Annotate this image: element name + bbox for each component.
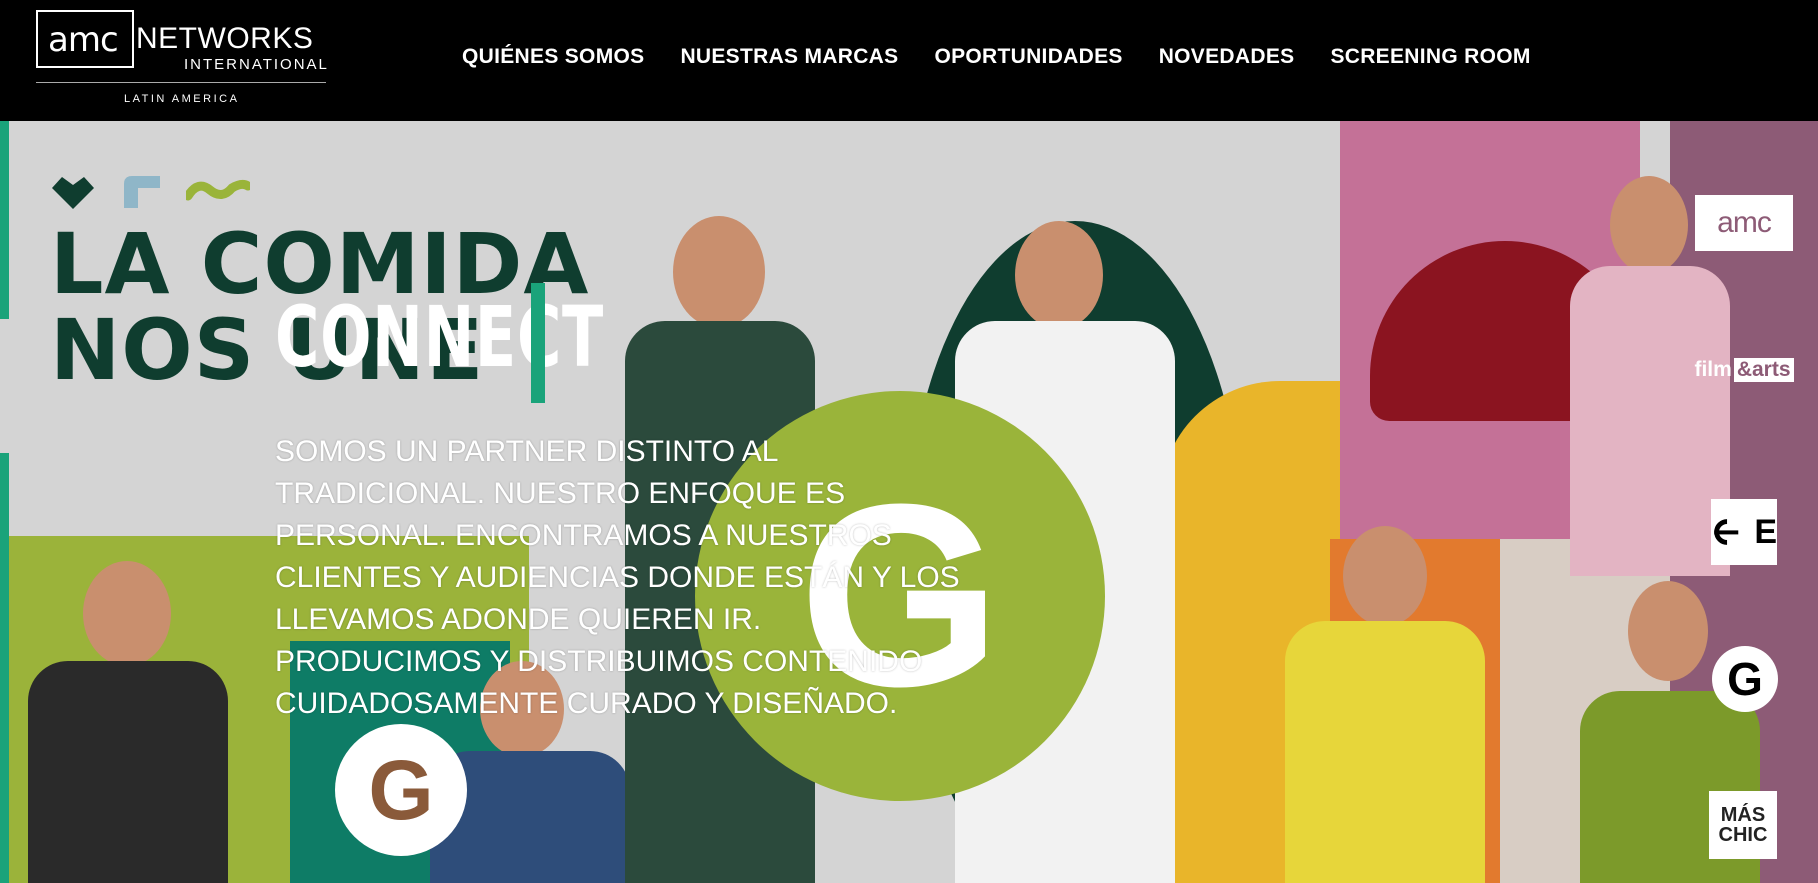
brand-film-text: film xyxy=(1694,358,1732,381)
intro-line: CUIDADOSAMENTE CURADO Y DISEÑADO. xyxy=(275,687,898,720)
brand-amc-text: amc xyxy=(1717,206,1772,239)
hero-banner: G LA COMIDA NOS UNE CONNECT SOMOS UN PAR… xyxy=(0,121,1818,883)
logo-region-text: LATIN AMERICA xyxy=(124,93,240,105)
amc-networks-logo[interactable]: amc NETWORKS INTERNATIONAL LATIN AMERICA xyxy=(36,10,329,110)
intro-line: SOMOS UN PARTNER DISTINTO AL xyxy=(275,435,779,468)
left-accent-bar-top xyxy=(0,121,9,319)
top-navigation-bar: amc NETWORKS INTERNATIONAL LATIN AMERICA… xyxy=(0,0,1818,121)
decorative-shapes xyxy=(48,171,250,211)
brand-arts-text: &arts xyxy=(1733,358,1794,382)
gourmet-badge-letter: G xyxy=(368,743,434,837)
brand-el-gourmet-text: E xyxy=(1754,512,1777,551)
brand-el-gourmet-link[interactable]: E xyxy=(1711,499,1777,565)
brand-film-arts-link[interactable]: film &arts xyxy=(1688,357,1802,383)
intro-line: PERSONAL. ENCONTRAMOS A NUESTROS xyxy=(275,519,892,552)
wave-shape-icon xyxy=(186,179,250,201)
brand-mas-text: MÁS xyxy=(1720,804,1766,826)
brand-gourmet-link[interactable]: G xyxy=(1712,646,1778,712)
nav-novedades[interactable]: NOVEDADES xyxy=(1159,44,1295,70)
heart-shape-icon xyxy=(52,177,94,209)
chef-yellow-shirt-image xyxy=(1285,526,1485,883)
nav-quienes-somos[interactable]: QUIÉNES SOMOS xyxy=(462,44,644,70)
nav-screening-room[interactable]: SCREENING ROOM xyxy=(1330,44,1530,70)
logo-amc-text: amc xyxy=(48,20,119,60)
chef-left-image xyxy=(8,541,248,883)
logo-networks-text: NETWORKS xyxy=(136,22,314,55)
intro-line: CLIENTES Y AUDIENCIAS DONDE ESTÁN Y LOS xyxy=(275,561,960,594)
brand-amc-link[interactable]: amc xyxy=(1695,195,1793,251)
brand-gourmet-text: G xyxy=(1727,653,1763,705)
logo-international-text: INTERNATIONAL xyxy=(184,56,329,73)
intro-paragraph: SOMOS UN PARTNER DISTINTO AL TRADICIONAL… xyxy=(275,431,1055,725)
intro-line: PRODUCIMOS Y DISTRIBUIMOS CONTENIDO xyxy=(275,645,923,678)
nav-oportunidades[interactable]: OPORTUNIDADES xyxy=(934,44,1122,70)
intro-line: TRADICIONAL. NUESTRO ENFOQUE ES xyxy=(275,477,846,510)
logo-divider xyxy=(36,82,326,83)
intro-line: LLEVAMOS ADONDE QUIEREN IR. xyxy=(275,603,762,636)
brand-chic-text: CHIC xyxy=(1718,824,1768,846)
brand-mas-chic-link[interactable]: MÁS CHIC xyxy=(1709,791,1777,859)
connect-title: CONNECT xyxy=(275,288,605,386)
main-nav: QUIÉNES SOMOS NUESTRAS MARCAS OPORTUNIDA… xyxy=(462,44,1531,70)
bracket-shape-icon xyxy=(124,176,160,208)
logo-box: amc xyxy=(36,10,134,68)
connect-accent-bar xyxy=(531,283,545,403)
gourmet-channel-badge[interactable]: G xyxy=(335,724,467,856)
el-gourmet-logo-icon xyxy=(1714,519,1739,545)
nav-nuestras-marcas[interactable]: NUESTRAS MARCAS xyxy=(680,44,898,70)
